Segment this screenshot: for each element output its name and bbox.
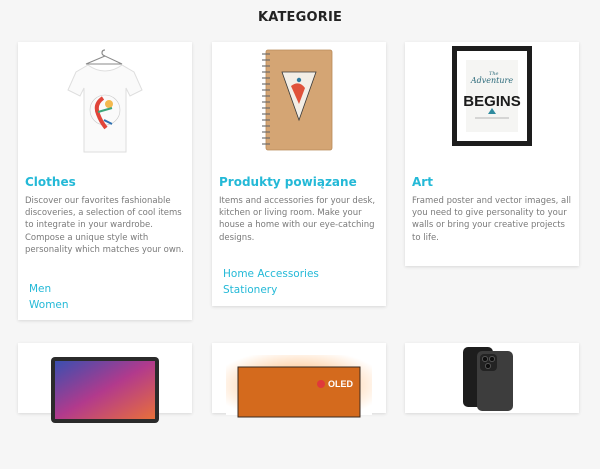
- category-card-related-products[interactable]: Produkty powiązane Items and accessories…: [212, 42, 386, 306]
- category-description: Items and accessories for your desk, kit…: [219, 196, 376, 243]
- category-card-laptop[interactable]: [18, 343, 192, 423]
- category-title[interactable]: Produkty powiązane: [219, 175, 357, 189]
- notebook-icon[interactable]: [212, 42, 386, 168]
- category-card-art[interactable]: The Adventure BEGINS Art Framed poster a…: [405, 42, 579, 266]
- poster-text-begins: BEGINS: [463, 93, 521, 110]
- subcategory-link-men[interactable]: Men: [29, 282, 69, 298]
- poster-text-adventure: Adventure: [470, 76, 513, 85]
- category-card-clothes[interactable]: Clothes Discover our favorites fashionab…: [18, 42, 192, 320]
- laptop-icon[interactable]: [18, 343, 192, 469]
- oled-badge: OLED: [328, 379, 354, 389]
- category-description: Discover our favorites fashionable disco…: [25, 196, 184, 255]
- category-card-smartphone[interactable]: [405, 343, 579, 413]
- page-title: KATEGORIE: [257, 10, 343, 25]
- category-title[interactable]: Clothes: [25, 175, 76, 189]
- category-description: Framed poster and vector images, all you…: [412, 196, 571, 243]
- subcategory-link-home-accessories[interactable]: Home Accessories: [223, 267, 319, 283]
- subcategory-link-women[interactable]: Women: [29, 298, 69, 314]
- smartphone-icon[interactable]: [405, 343, 579, 469]
- subcategory-link-stationery[interactable]: Stationery: [223, 283, 319, 299]
- oled-tv-icon[interactable]: OLED: [212, 343, 386, 469]
- framed-poster-icon[interactable]: The Adventure BEGINS: [405, 42, 579, 168]
- t-shirt-icon[interactable]: [18, 42, 192, 168]
- category-title[interactable]: Art: [412, 175, 433, 189]
- category-card-tv[interactable]: OLED: [212, 343, 386, 418]
